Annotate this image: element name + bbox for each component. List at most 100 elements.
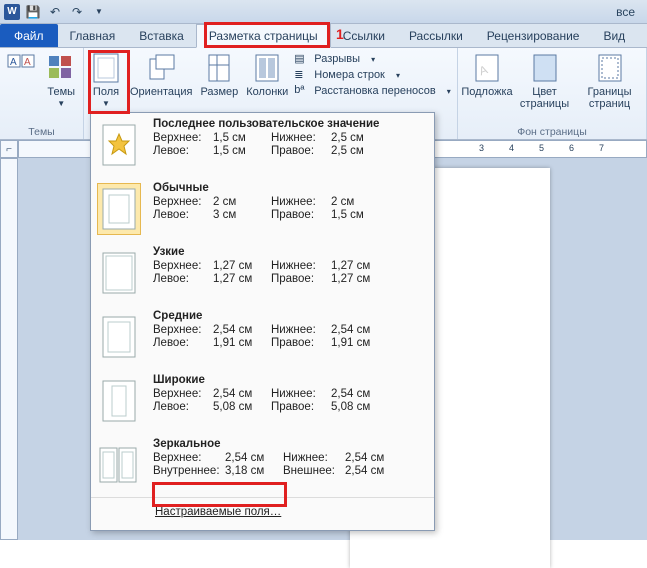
margins-option-title: Обычные	[153, 182, 426, 196]
ruler-num: 4	[509, 143, 514, 153]
breaks-button[interactable]: ▤Разрывы ▾	[294, 52, 451, 66]
line-numbers-button[interactable]: ≣Номера строк ▾	[294, 68, 451, 82]
hyphenation-button[interactable]: bªРасстановка переносов ▾	[294, 84, 451, 98]
orientation-button[interactable]: Ориентация	[128, 50, 194, 100]
themes-styles-button[interactable]: AA	[4, 50, 40, 86]
page-borders-button[interactable]: Границы страниц	[577, 50, 642, 112]
label-left: Левое:	[153, 337, 213, 349]
margins-button[interactable]: Поля ▼	[88, 50, 124, 111]
val: 3 см	[213, 209, 271, 221]
val: 2,54 см	[225, 452, 283, 464]
margins-icon	[90, 52, 122, 84]
val: 2,54 см	[213, 388, 271, 400]
val: 2,5 см	[331, 132, 381, 144]
themes-styles-icon: AA	[6, 52, 38, 84]
margins-option-title: Средние	[153, 310, 426, 324]
chevron-down-icon: ▼	[57, 100, 65, 109]
label-bottom: Нижнее:	[271, 388, 331, 400]
ruler-num: 3	[479, 143, 484, 153]
margins-option-icon	[97, 119, 141, 171]
redo-icon[interactable]: ↷	[68, 3, 86, 21]
columns-button[interactable]: Колонки	[244, 50, 290, 100]
watermark-button[interactable]: A Подложка	[462, 50, 512, 100]
tab-review[interactable]: Рецензирование	[475, 24, 592, 47]
hyphenation-icon: bª	[294, 84, 310, 98]
group-page-background: A Подложка Цвет страницы Границы страниц…	[457, 48, 647, 139]
label-right: Правое:	[271, 209, 331, 221]
val: 1,27 см	[331, 260, 381, 272]
tab-mailings[interactable]: Рассылки	[397, 24, 475, 47]
annotation-1: 1	[336, 26, 344, 42]
custom-margins-item[interactable]: Настраиваемые поля…	[91, 497, 434, 526]
undo-icon[interactable]: ↶	[46, 3, 64, 21]
save-icon[interactable]: 💾	[24, 3, 42, 21]
ruler-num: 5	[539, 143, 544, 153]
tab-insert[interactable]: Вставка	[127, 24, 196, 47]
group-themes: AA Темы ▼ Темы	[0, 48, 84, 139]
themes-label: Темы	[47, 86, 75, 98]
window-title: все	[616, 5, 643, 19]
margins-option-last[interactable]: Последнее пользовательское значение Верх…	[91, 113, 434, 177]
size-label: Размер	[200, 86, 238, 98]
ribbon-tabs: Файл Главная Вставка Разметка страницы С…	[0, 24, 647, 48]
line-numbers-icon: ≣	[294, 68, 310, 82]
tab-view[interactable]: Вид	[591, 24, 637, 47]
qat-more-icon[interactable]: ▼	[90, 3, 108, 21]
label-top: Верхнее:	[153, 388, 213, 400]
label-bottom: Нижнее:	[271, 132, 331, 144]
val: 1,27 см	[213, 273, 271, 285]
margins-option-icon	[97, 375, 141, 427]
label-top: Верхнее:	[153, 452, 225, 464]
val: 5,08 см	[331, 401, 381, 413]
label-right: Правое:	[271, 273, 331, 285]
margins-option-icon	[97, 247, 141, 299]
page-borders-icon	[594, 52, 626, 84]
label-inner: Внутреннее:	[153, 465, 225, 477]
svg-text:A: A	[24, 57, 31, 68]
word-icon: W	[4, 4, 20, 20]
tab-file[interactable]: Файл	[0, 24, 58, 47]
quick-access-toolbar: W 💾 ↶ ↷ ▼	[4, 3, 108, 21]
margins-option-title: Узкие	[153, 246, 426, 260]
label-left: Левое:	[153, 273, 213, 285]
val: 1,27 см	[331, 273, 381, 285]
chevron-down-icon: ▾	[447, 87, 451, 96]
margins-option-wide[interactable]: Широкие Верхнее:2,54 смНижнее:2,54 см Ле…	[91, 369, 434, 433]
size-button[interactable]: Размер	[198, 50, 240, 100]
themes-button[interactable]: Темы ▼	[44, 50, 80, 111]
val: 1,5 см	[213, 145, 271, 157]
watermark-icon: A	[471, 52, 503, 84]
tab-page-layout[interactable]: Разметка страницы	[196, 24, 331, 48]
val: 1,5 см	[213, 132, 271, 144]
margins-option-narrow[interactable]: Узкие Верхнее:1,27 смНижнее:1,27 см Лево…	[91, 241, 434, 305]
tab-home[interactable]: Главная	[58, 24, 128, 47]
columns-icon	[251, 52, 283, 84]
margins-option-icon	[97, 311, 141, 363]
label-right: Правое:	[271, 401, 331, 413]
margins-option-mirrored[interactable]: Зеркальное Верхнее:2,54 смНижнее:2,54 см…	[91, 433, 434, 497]
page-color-button[interactable]: Цвет страницы	[516, 50, 573, 112]
margins-option-normal[interactable]: Обычные Верхнее:2 смНижнее:2 см Левое:3 …	[91, 177, 434, 241]
label-left: Левое:	[153, 209, 213, 221]
label-bottom: Нижнее:	[283, 452, 345, 464]
tab-selector[interactable]: ⌐	[0, 140, 18, 158]
line-numbers-label: Номера строк	[314, 69, 385, 81]
columns-label: Колонки	[246, 86, 288, 98]
group-page-bg-label: Фон страницы	[462, 125, 642, 139]
val: 1,5 см	[331, 209, 381, 221]
page-color-label: Цвет страницы	[518, 86, 571, 110]
vertical-ruler[interactable]	[0, 158, 18, 540]
chevron-down-icon: ▼	[102, 100, 110, 109]
margins-option-icon	[97, 439, 141, 491]
label-right: Правое:	[271, 337, 331, 349]
val: 2 см	[331, 196, 381, 208]
breaks-icon: ▤	[294, 52, 310, 66]
margins-option-title: Зеркальное	[153, 438, 426, 452]
val: 1,91 см	[213, 337, 271, 349]
svg-text:A: A	[10, 57, 17, 68]
val: 5,08 см	[213, 401, 271, 413]
margins-option-moderate[interactable]: Средние Верхнее:2,54 смНижнее:2,54 см Ле…	[91, 305, 434, 369]
title-bar: W 💾 ↶ ↷ ▼ все	[0, 0, 647, 24]
label-top: Верхнее:	[153, 324, 213, 336]
margins-menu: Последнее пользовательское значение Верх…	[90, 112, 435, 531]
